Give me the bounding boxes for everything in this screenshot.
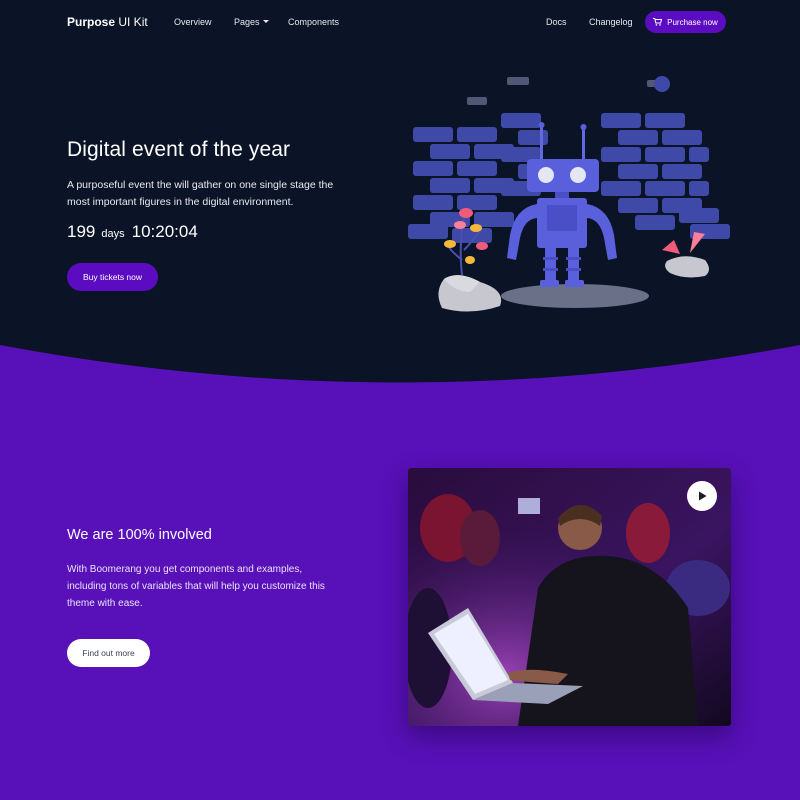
nav-link-changelog[interactable]: Changelog — [589, 17, 633, 27]
nav-link-components[interactable]: Components — [288, 17, 339, 27]
cart-icon — [653, 18, 663, 26]
countdown-days: 199 — [67, 222, 96, 241]
countdown-time: 10:20:04 — [131, 222, 198, 241]
play-icon — [699, 491, 707, 501]
countdown-days-label: days — [101, 228, 125, 240]
find-out-more-button[interactable]: Find out more — [67, 639, 150, 667]
play-button[interactable] — [687, 481, 717, 511]
purchase-now-button[interactable]: Purchase now — [645, 11, 726, 33]
nav-link-docs[interactable]: Docs — [546, 17, 567, 27]
section-text: With Boomerang you get components and ex… — [67, 564, 325, 609]
buy-tickets-button[interactable]: Buy tickets now — [67, 263, 158, 291]
countdown: 199 days 10:20:04 — [67, 222, 198, 242]
event-photo[interactable] — [408, 468, 731, 726]
navbar: Purpose UI Kit Overview Pages Components… — [0, 0, 800, 44]
event-photo-image — [408, 468, 731, 726]
brand-logo[interactable]: Purpose UI Kit — [67, 15, 148, 29]
section-title: We are 100% involved — [67, 527, 212, 543]
nav-link-overview[interactable]: Overview — [174, 17, 212, 27]
hero-title: Digital event of the year — [67, 138, 291, 161]
robot-illustration — [408, 76, 730, 312]
caret-down-icon — [262, 20, 269, 23]
purchase-now-label: Purchase now — [667, 17, 718, 27]
nav-link-pages[interactable]: Pages — [234, 17, 269, 27]
hero-lead: A purposeful event the will gather on on… — [67, 179, 334, 208]
